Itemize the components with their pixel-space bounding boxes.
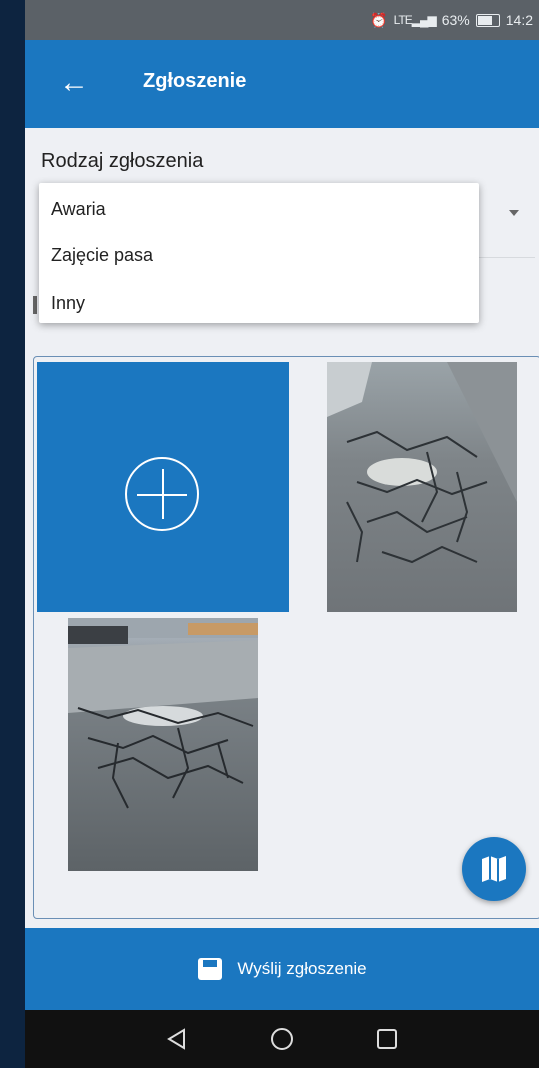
hidden-field-hint — [33, 296, 37, 314]
photo-thumbnail[interactable] — [327, 362, 517, 612]
pothole-photo-2 — [68, 618, 258, 809]
signal-icon: LTE▂▄▆ — [393, 13, 437, 27]
clock: 14:2 — [505, 12, 533, 28]
status-bar: ⏰ LTE▂▄▆ 63% 14:2 — [25, 0, 539, 40]
arrow-left-icon[interactable]: ← — [59, 66, 89, 100]
photo-thumbnail[interactable] — [68, 618, 258, 871]
system-nav-bar — [25, 1010, 539, 1068]
add-photo-button[interactable] — [37, 362, 289, 612]
phone-screen: ⏰ LTE▂▄▆ 63% 14:2 ← Zgłoszenie Rodzaj zg… — [25, 0, 539, 1068]
alarm-clock-icon: ⏰ — [370, 11, 388, 28]
battery-percent: 63% — [441, 12, 470, 28]
dropdown-arrow-icon[interactable] — [509, 210, 519, 216]
report-type-dropdown: Awaria Zajęcie pasa Inny — [39, 183, 479, 323]
battery-icon — [475, 13, 500, 27]
square-recents-icon[interactable] — [376, 1028, 398, 1050]
page-title: Zgłoszenie — [143, 70, 247, 92]
dropdown-option-zajecie-pasa[interactable]: Zajęcie pasa — [51, 245, 153, 266]
circle-home-icon[interactable] — [270, 1027, 294, 1051]
triangle-back-icon[interactable] — [166, 1028, 188, 1050]
plus-circle-icon — [125, 457, 199, 531]
app-bar: ← Zgłoszenie — [25, 40, 539, 128]
map-icon — [482, 856, 506, 882]
floppy-disk-icon — [198, 958, 223, 980]
submit-button[interactable]: Wyślij zgłoszenie — [25, 928, 539, 1010]
map-button[interactable] — [462, 837, 526, 901]
dropdown-option-awaria[interactable]: Awaria — [51, 199, 106, 220]
pothole-photo-1 — [327, 362, 517, 564]
report-type-label: Rodzaj zgłoszenia — [41, 150, 204, 172]
dropdown-option-inny[interactable]: Inny — [51, 293, 85, 314]
submit-label: Wyślij zgłoszenie — [237, 959, 367, 978]
